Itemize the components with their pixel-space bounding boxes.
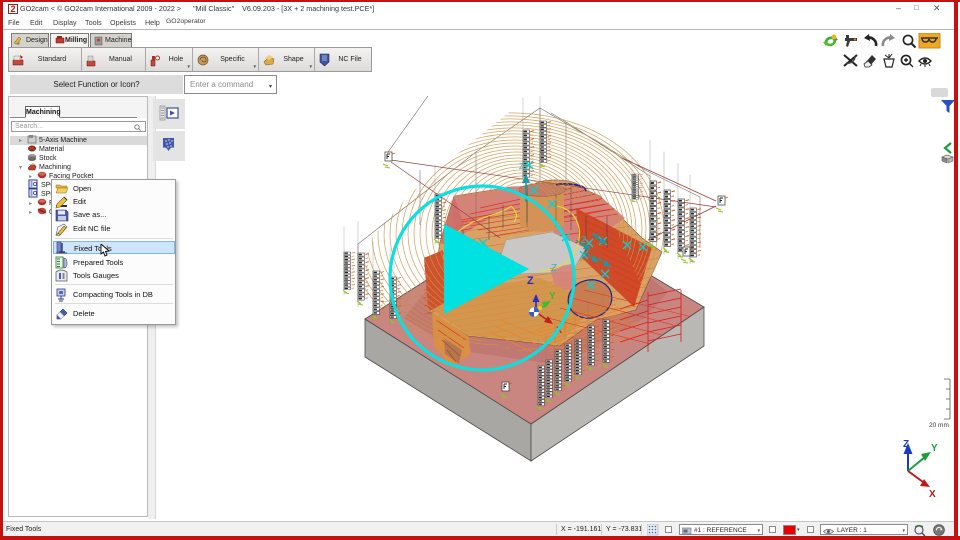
svg-text:Z: Z xyxy=(551,263,557,274)
svg-text:Z: Z xyxy=(903,439,909,450)
svg-text:Y: Y xyxy=(549,291,556,302)
svg-text:Y: Y xyxy=(931,443,938,454)
svg-text:20 mm: 20 mm xyxy=(929,422,949,429)
svg-text:Z: Z xyxy=(581,235,587,245)
svg-text:Z: Z xyxy=(519,162,524,171)
svg-text:Z: Z xyxy=(527,275,534,287)
svg-text:X: X xyxy=(929,489,936,500)
svg-text:Y: Y xyxy=(593,232,600,243)
